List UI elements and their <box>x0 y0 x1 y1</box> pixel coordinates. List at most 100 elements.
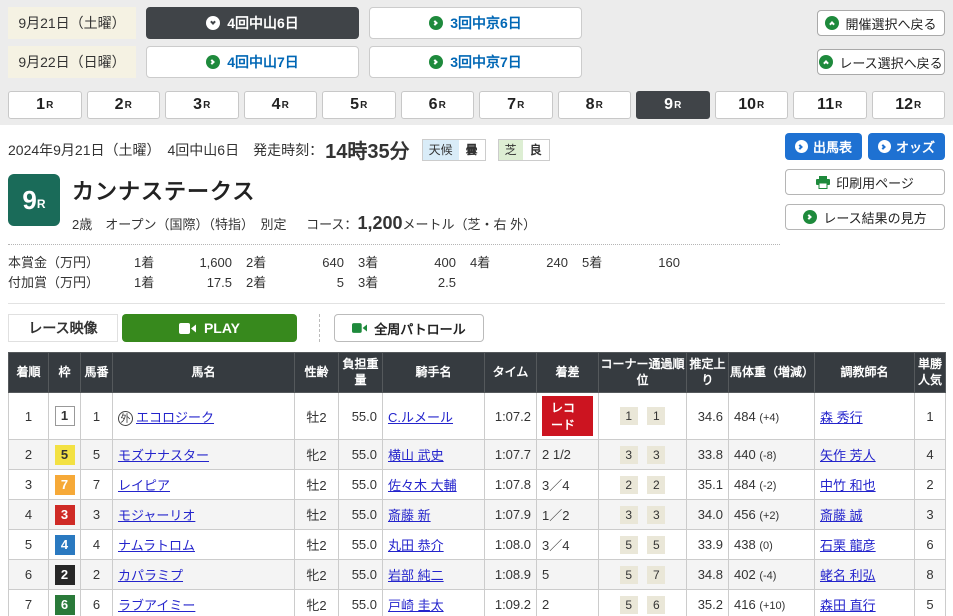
meeting-button-nakayama6[interactable]: 4回中山6日 <box>146 7 359 39</box>
jockey-link[interactable]: 戸崎 圭太 <box>388 598 444 613</box>
horse-name-cell: 外エコロジーク <box>113 393 295 440</box>
race-tabs: 1R 2R 3R 4R 5R 6R 7R 8R 9R 10R 11R 12R <box>0 85 953 125</box>
prize-item: 2着 5 <box>232 273 344 293</box>
horse-number: 6 <box>81 590 113 616</box>
race-tab[interactable]: 10R <box>715 91 789 119</box>
corner-position: 5 <box>620 536 638 554</box>
jockey-link[interactable]: 佐々木 大輔 <box>388 478 457 493</box>
odds-button[interactable]: オッズ <box>868 133 945 160</box>
win-favorite: 5 <box>915 590 946 616</box>
table-row: 2 5 5 モズナナスター 牝2 55.0 横山 武史 1:07.7 2 1/2… <box>9 440 946 470</box>
frame-cell: 4 <box>49 530 81 560</box>
trainer-link[interactable]: 斎藤 誠 <box>820 508 863 523</box>
carried-weight: 55.0 <box>339 530 383 560</box>
body-weight-cell: 402 (-4) <box>729 560 815 590</box>
body-weight: 440 <box>734 447 756 462</box>
corner-position: 3 <box>620 446 638 464</box>
race-tab[interactable]: 12R <box>872 91 946 119</box>
race-tab[interactable]: 3R <box>165 91 239 119</box>
trainer-cell: 石栗 龍彦 <box>815 530 915 560</box>
trainer-link[interactable]: 矢作 芳人 <box>820 448 876 463</box>
race-tab[interactable]: 5R <box>322 91 396 119</box>
date-label-sat: 9月21日（土曜） <box>8 7 136 39</box>
finish-position: 6 <box>9 560 49 590</box>
print-page-button[interactable]: 印刷用ページ <box>785 169 945 195</box>
race-tab[interactable]: 1R <box>8 91 82 119</box>
meeting-button-chukyo6[interactable]: 3回中京6日 <box>369 7 582 39</box>
chevron-up-circle-icon <box>825 16 839 30</box>
play-button[interactable]: PLAY <box>122 314 297 342</box>
race-tab[interactable]: 8R <box>558 91 632 119</box>
table-row: 5 4 4 ナムラトロム 牡2 55.0 丸田 恭介 1:08.0 3／4 5 … <box>9 530 946 560</box>
horse-name-link[interactable]: ラブアイミー <box>118 598 195 613</box>
margin-cell: 3／4 <box>537 470 599 500</box>
carried-weight: 55.0 <box>339 590 383 616</box>
race-tab[interactable]: 6R <box>401 91 475 119</box>
trainer-cell: 中竹 和也 <box>815 470 915 500</box>
horse-name-link[interactable]: ナムラトロム <box>118 538 195 553</box>
race-tab[interactable]: 4R <box>244 91 318 119</box>
column-header: 枠 <box>49 353 81 393</box>
body-weight-diff: (+2) <box>759 510 779 522</box>
back-to-race-select-button[interactable]: レース選択へ戻る <box>817 49 945 75</box>
jockey-cell: 斎藤 新 <box>383 500 485 530</box>
race-tab[interactable]: 9R <box>636 91 710 119</box>
horse-name-link[interactable]: カパラミプ <box>118 568 183 583</box>
prize-money: 本賞金（万円） 1着 1,600 2着 640 3着 400 4着 240 5着… <box>8 253 945 293</box>
win-favorite: 3 <box>915 500 946 530</box>
margin-text: 1／2 <box>542 508 569 523</box>
race-tab[interactable]: 11R <box>793 91 867 119</box>
trainer-link[interactable]: 中竹 和也 <box>820 478 876 493</box>
trainer-link[interactable]: 蛯名 利弘 <box>820 568 876 583</box>
jockey-link[interactable]: 丸田 恭介 <box>388 538 444 553</box>
sex-age: 牝2 <box>295 440 339 470</box>
horse-number: 7 <box>81 470 113 500</box>
day-row-sun: 9月22日（日曜） 4回中山7日 3回中京7日 レース選択へ戻る <box>8 46 945 78</box>
jockey-link[interactable]: 横山 武史 <box>388 448 444 463</box>
margin-text: 2 1/2 <box>542 447 571 462</box>
trainer-link[interactable]: 森田 直行 <box>820 598 876 613</box>
finish-position: 4 <box>9 500 49 530</box>
trainer-cell: 森田 直行 <box>815 590 915 616</box>
trainer-link[interactable]: 石栗 龍彦 <box>820 538 876 553</box>
margin-text: 2 <box>542 597 549 612</box>
jockey-link[interactable]: C.ルメール <box>388 410 453 425</box>
horse-name-link[interactable]: レイピア <box>118 478 170 493</box>
frame-badge: 5 <box>55 445 75 465</box>
corner-position: 7 <box>647 566 665 584</box>
time: 1:08.0 <box>485 530 537 560</box>
patrol-video-button[interactable]: 全周パトロール <box>334 314 484 342</box>
margin-text: 3／4 <box>542 478 569 493</box>
prize-item: 3着 400 <box>344 253 456 273</box>
jockey-link[interactable]: 岩部 純二 <box>388 568 444 583</box>
margin-cell: レコード <box>537 393 599 440</box>
horse-name-link[interactable]: モジャーリオ <box>118 508 195 523</box>
prize-item: 2着 640 <box>232 253 344 273</box>
margin-text: 5 <box>542 567 549 582</box>
race-tab[interactable]: 2R <box>87 91 161 119</box>
horse-name-link[interactable]: モズナナスター <box>118 448 209 463</box>
meeting-button-chukyo7[interactable]: 3回中京7日 <box>369 46 582 78</box>
body-weight-diff: (+10) <box>759 600 785 612</box>
jockey-cell: 岩部 純二 <box>383 560 485 590</box>
horse-name-link[interactable]: エコロジーク <box>136 410 214 425</box>
jockey-link[interactable]: 斎藤 新 <box>388 508 431 523</box>
frame-cell: 5 <box>49 440 81 470</box>
result-guide-button[interactable]: レース結果の見方 <box>785 204 945 230</box>
time: 1:07.8 <box>485 470 537 500</box>
shutsuba-button[interactable]: 出馬表 <box>785 133 862 160</box>
prize-item: 4着 240 <box>456 253 568 273</box>
chevron-right-circle-icon <box>795 140 808 153</box>
meeting-button-nakayama7[interactable]: 4回中山7日 <box>146 46 359 78</box>
race-tab[interactable]: 7R <box>479 91 553 119</box>
trainer-link[interactable]: 森 秀行 <box>820 410 863 425</box>
margin-cell: 3／4 <box>537 530 599 560</box>
back-to-meeting-select-button[interactable]: 開催選択へ戻る <box>817 10 945 36</box>
day-selector: 9月21日（土曜） 4回中山6日 3回中京6日 開催選択へ戻る 9月22日（日曜… <box>0 0 953 85</box>
corner-position: 3 <box>620 506 638 524</box>
carried-weight: 55.0 <box>339 393 383 440</box>
corner-position: 5 <box>647 536 665 554</box>
weather-badge: 天候 曇 <box>422 139 486 161</box>
column-header: 負担重量 <box>339 353 383 393</box>
printer-icon <box>816 176 830 189</box>
